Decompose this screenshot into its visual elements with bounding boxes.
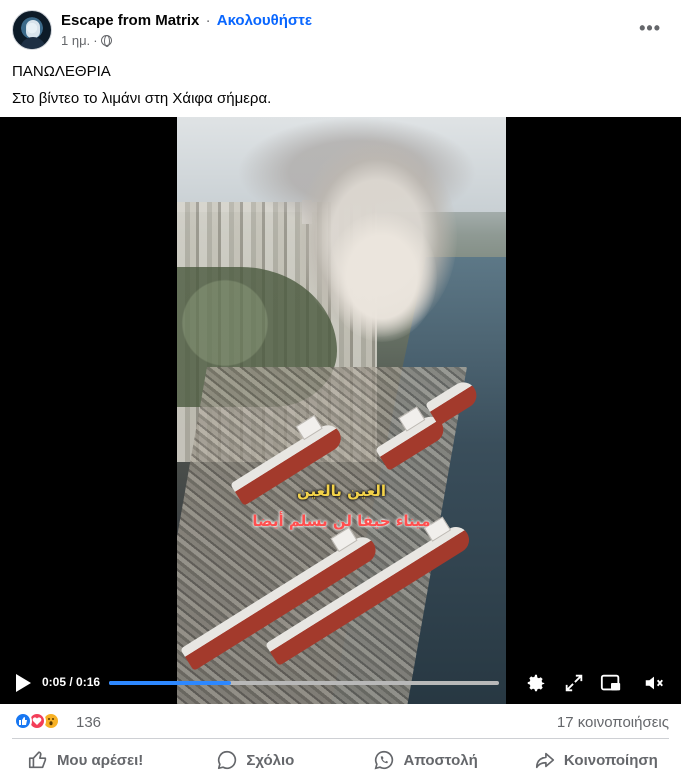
video-progress-fill <box>109 681 231 685</box>
name-separator: · <box>205 12 211 29</box>
reaction-count[interactable]: 136 <box>76 714 101 731</box>
facebook-post: Escape from Matrix · Ακολουθήστε 1 ημ. ·… <box>0 0 681 780</box>
smoke-cloud <box>327 212 437 342</box>
video-controls: 0:05 / 0:16 <box>0 662 681 704</box>
avatar[interactable] <box>12 10 52 50</box>
reactions-bar: 136 17 κοινοποιήσεις <box>0 704 681 740</box>
share-icon <box>535 752 554 769</box>
like-icon <box>14 712 32 730</box>
follow-button[interactable]: Ακολουθήστε <box>217 12 312 29</box>
send-label: Αποστολή <box>403 751 478 769</box>
fullscreen-icon[interactable] <box>563 672 585 694</box>
reaction-icons[interactable] <box>14 712 74 732</box>
post-meta: 1 ημ. · <box>61 33 112 48</box>
post-text-line-1: ΠΑΝΩΛΕΘΡΙΑ <box>12 63 111 80</box>
picture-in-picture-icon[interactable] <box>600 672 622 694</box>
author-row: Escape from Matrix · Ακολουθήστε <box>61 12 312 30</box>
post-header: Escape from Matrix · Ακολουθήστε 1 ημ. ·… <box>0 0 681 56</box>
video-caption-line-1: العين بالعين <box>296 482 387 500</box>
whatsapp-icon <box>375 750 394 770</box>
like-button[interactable]: Μου αρέσει! <box>0 740 170 780</box>
comment-label: Σχόλιο <box>246 751 295 769</box>
settings-icon[interactable] <box>525 672 547 694</box>
post-time[interactable]: 1 ημ. <box>61 33 90 48</box>
thumbs-up-icon <box>28 751 47 769</box>
video-caption-line-2: ميناء حيفا لن يسلم أيضا <box>252 512 431 530</box>
action-bar: Μου αρέσει! Σχόλιο Αποστολή Κοινοποίηση <box>0 740 681 780</box>
more-options-icon[interactable]: ••• <box>639 18 661 39</box>
divider <box>12 738 669 739</box>
avatar-body <box>20 37 46 49</box>
video-frame[interactable]: العين بالعين ميناء حيفا لن يسلم أيضا <box>177 117 506 704</box>
video-time: 0:05 / 0:16 <box>42 675 101 689</box>
avatar-face <box>26 20 40 38</box>
like-label: Μου αρέσει! <box>56 751 144 769</box>
globe-icon[interactable] <box>100 35 112 47</box>
send-button[interactable]: Αποστολή <box>341 740 511 780</box>
author-name[interactable]: Escape from Matrix <box>61 12 199 29</box>
play-icon[interactable] <box>14 673 32 693</box>
meta-separator: · <box>93 33 98 48</box>
video-progress-bar[interactable] <box>109 681 499 685</box>
comment-button[interactable]: Σχόλιο <box>170 740 340 780</box>
post-text-line-2: Στο βίντεο το λιμάνι στη Χάιφα σήμερα. <box>12 90 272 107</box>
video-player[interactable]: العين بالعين ميناء حيفا لن يسلم أيضا 0:0… <box>0 117 681 704</box>
share-count[interactable]: 17 κοινοποιήσεις <box>557 714 669 731</box>
mute-icon[interactable] <box>643 672 665 694</box>
share-button[interactable]: Κοινοποίηση <box>511 740 681 780</box>
comment-icon <box>218 750 237 770</box>
share-label: Κοινοποίηση <box>563 751 658 769</box>
